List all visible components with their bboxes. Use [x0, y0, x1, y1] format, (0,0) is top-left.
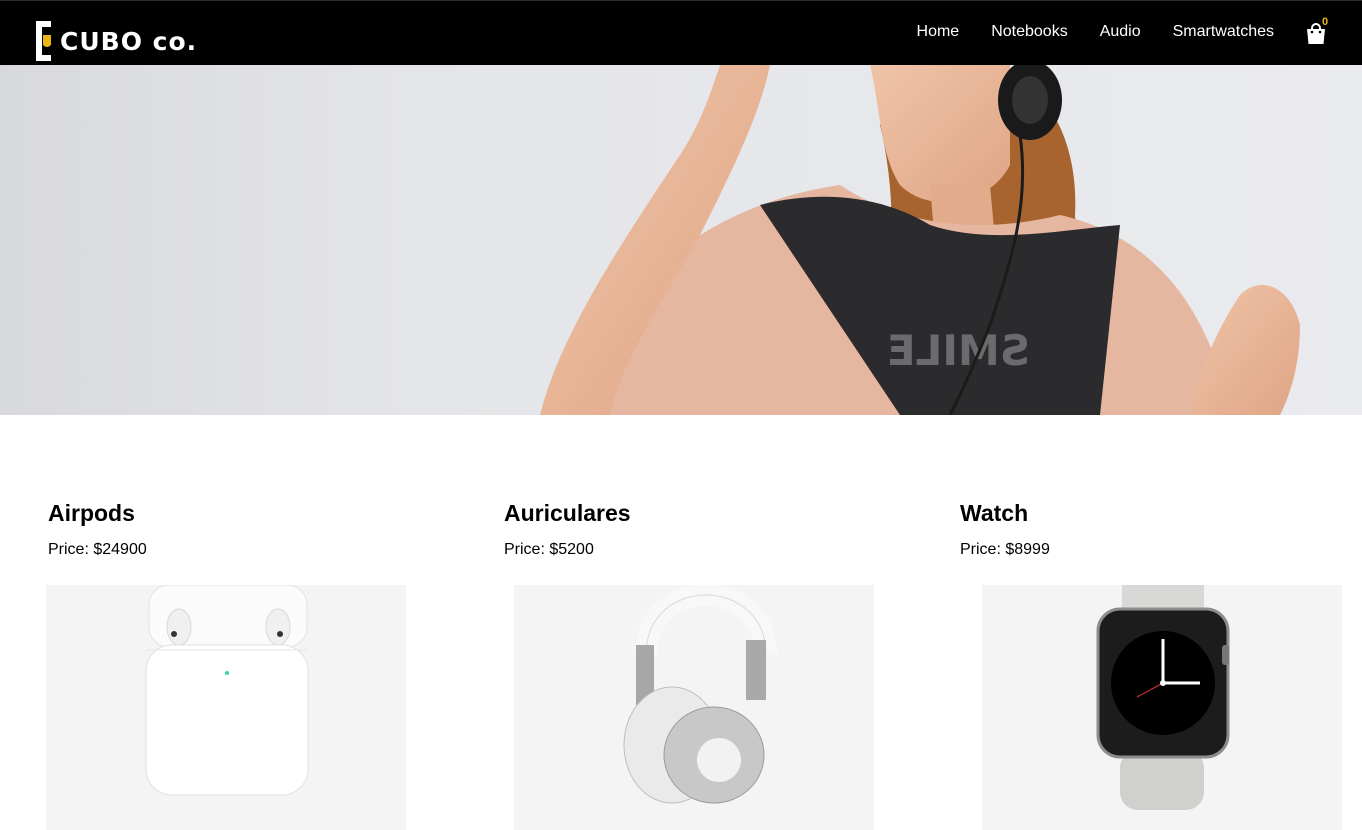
brand-logo[interactable]: CUBO co. [33, 19, 197, 63]
product-card-airpods[interactable]: Airpods Price: $24900 [46, 497, 408, 830]
nav-link-home[interactable]: Home [917, 23, 960, 41]
navbar: CUBO co. Home Notebooks Audio Smartwatch… [0, 0, 1362, 65]
nav-link-notebooks[interactable]: Notebooks [991, 23, 1068, 41]
airpods-case-image[interactable] [46, 585, 406, 830]
brand-name: CUBO co. [60, 26, 198, 56]
cart-count-badge: 0 [1322, 16, 1329, 28]
product-title: Watch [960, 500, 1029, 526]
product-title: Auriculares [504, 500, 631, 526]
headphones-image[interactable] [514, 585, 874, 830]
svg-text:SMILE: SMILE [887, 326, 1030, 375]
product-price: Price: $24900 [48, 541, 147, 558]
nav-links: Home Notebooks Audio Smartwatches [917, 23, 1274, 41]
product-title: Airpods [48, 500, 135, 526]
nav-link-smartwatches[interactable]: Smartwatches [1173, 23, 1274, 41]
smartwatch-image[interactable] [982, 585, 1342, 830]
product-card-auriculares[interactable]: Auriculares Price: $5200 [504, 497, 874, 830]
product-price: Price: $8999 [960, 541, 1050, 558]
nav-link-audio[interactable]: Audio [1100, 23, 1141, 41]
product-card-watch[interactable]: Watch Price: $8999 [960, 497, 1342, 830]
woman-with-headphones-illustration: SMILE [0, 65, 1362, 415]
product-price: Price: $5200 [504, 541, 594, 558]
hero-banner-image: SMILE [0, 65, 1362, 415]
cubo-logo-icon [36, 21, 51, 61]
